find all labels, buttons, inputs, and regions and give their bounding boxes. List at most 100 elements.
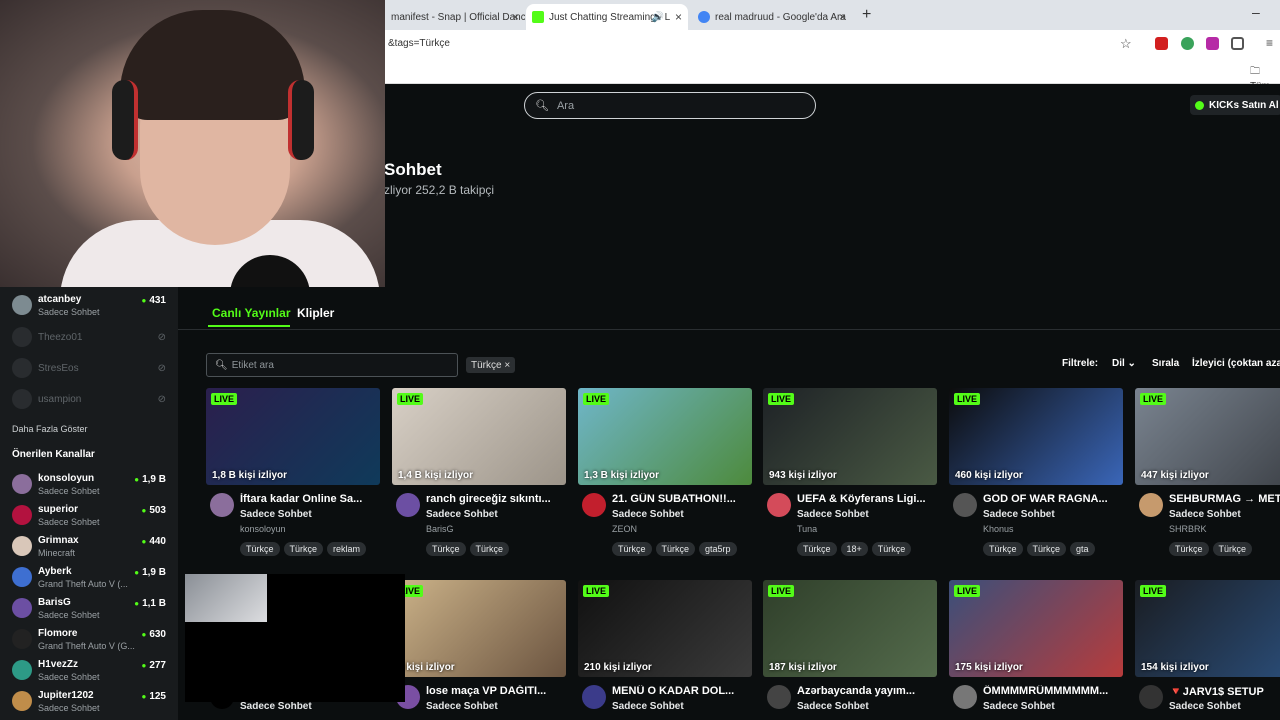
stream-title[interactable]: UEFA & Köyferans Ligi... — [797, 493, 937, 505]
stream-tag[interactable]: Türkçe — [612, 542, 652, 556]
stream-category[interactable]: Sadece Sohbet — [983, 701, 1055, 712]
stream-category[interactable]: Sadece Sohbet — [1169, 701, 1241, 712]
stream-thumbnail[interactable]: LIVE 447 kişi izliyor — [1135, 388, 1280, 485]
stream-tag[interactable]: Türkçe — [240, 542, 280, 556]
sidebar-channel-offline[interactable]: Theezo01 ⊘ — [12, 324, 172, 352]
star-icon[interactable]: ☆ — [1120, 36, 1132, 52]
stream-card[interactable]: LIVE 154 kişi izliyor 🔻JARV1$ SETUP Sadece … — [1135, 580, 1280, 712]
stream-thumbnail[interactable]: LIVE 210 kişi izliyor — [578, 580, 752, 677]
streamer-name[interactable]: ZEON — [612, 524, 637, 534]
stream-title[interactable]: SEHBURMAG → MET — [1169, 493, 1280, 505]
new-tab-icon[interactable]: + — [862, 6, 871, 24]
sidebar-channel-h1vezzz[interactable]: H1vezZz Sadece Sohbet 277 — [12, 657, 172, 685]
stream-category[interactable]: Sadece Sohbet — [983, 509, 1055, 520]
stream-thumbnail[interactable]: LIVE 175 kişi izliyor — [949, 580, 1123, 677]
stream-tag[interactable]: Türkçe — [655, 542, 696, 556]
stream-title[interactable]: 21. GÜN SUBATHON!!... — [612, 493, 752, 505]
stream-card[interactable]: LIVE 210 kişi izliyor MENÜ O KADAR DOL... S… — [578, 580, 752, 712]
streamer-name[interactable]: konsoloyun — [240, 524, 286, 534]
stream-thumbnail[interactable]: LIVE 1,4 B kişi izliyor — [392, 388, 566, 485]
avatar[interactable] — [1139, 493, 1163, 517]
sidebar-channel-offline[interactable]: StresEos ⊘ — [12, 355, 172, 383]
stream-tag[interactable]: Türkçe — [797, 542, 837, 556]
stream-category[interactable]: Sadece Sohbet — [797, 509, 869, 520]
stream-card[interactable]: LIVE 175 kişi izliyor ÖMMMMRÜMMMMMM... Sade… — [949, 580, 1123, 712]
browser-tab-3[interactable]: real madruud - Google'da Ara × — [692, 4, 852, 30]
avatar[interactable] — [210, 493, 234, 517]
stream-thumbnail[interactable]: LIVE 4 kişi izliyor — [392, 580, 566, 677]
sidebar-channel-flomore[interactable]: Flomore Grand Theft Auto V (G... 630 — [12, 626, 172, 654]
streamer-name[interactable]: Tuna — [797, 524, 817, 534]
avatar[interactable] — [1139, 685, 1163, 709]
tab-live-streams[interactable]: Canlı Yayınlar — [212, 306, 291, 320]
stream-thumbnail[interactable]: LIVE 154 kişi izliyor — [1135, 580, 1280, 677]
stream-tag[interactable]: Türkçe — [283, 542, 324, 556]
stream-tag[interactable]: Türkçe — [983, 542, 1023, 556]
stream-thumbnail[interactable]: LIVE 1,8 B kişi izliyor — [206, 388, 380, 485]
extension-icon[interactable] — [1181, 37, 1194, 50]
stream-title[interactable]: 🔻JARV1$ SETUP — [1169, 685, 1280, 698]
streamer-name[interactable]: SHRBRK — [1169, 524, 1207, 534]
stream-category[interactable]: Sadece Sohbet — [426, 701, 498, 712]
sidebar-channel-superior[interactable]: superior Sadece Sohbet 503 — [12, 502, 172, 530]
avatar[interactable] — [396, 493, 420, 517]
stream-tag[interactable]: Türkçe — [871, 542, 912, 556]
stream-thumbnail[interactable]: LIVE 187 kişi izliyor — [763, 580, 937, 677]
sidebar-channel-grimnax[interactable]: Grimnax Minecraft 440 — [12, 533, 172, 561]
active-tag-chip[interactable]: Türkçe × — [466, 357, 516, 373]
stream-category[interactable]: Sadece Sohbet — [426, 509, 498, 520]
stream-title[interactable]: ÖMMMMRÜMMMMMM... — [983, 685, 1123, 697]
stream-title[interactable]: lose maça VP DAĞITI... — [426, 685, 566, 697]
stream-card[interactable]: LIVE 447 kişi izliyor SEHBURMAG → MET Sadec… — [1135, 388, 1280, 556]
stream-tag[interactable]: gta5rp — [699, 542, 737, 556]
stream-tag[interactable]: gta — [1070, 542, 1095, 556]
avatar[interactable] — [767, 493, 791, 517]
stream-category[interactable]: Sadece Sohbet — [612, 509, 684, 520]
stream-title[interactable]: GOD OF WAR RAGNA... — [983, 493, 1123, 505]
avatar[interactable] — [767, 685, 791, 709]
close-icon[interactable]: × — [675, 10, 682, 24]
language-dropdown[interactable]: Dil ⌄ — [1112, 358, 1136, 369]
menu-icon[interactable]: ≡ — [1266, 36, 1273, 50]
tab-clips[interactable]: Klipler — [297, 306, 334, 320]
stream-thumbnail[interactable]: LIVE 1,3 B kişi izliyor — [578, 388, 752, 485]
stream-card[interactable]: LIVE 1,4 B kişi izliyor ranch gireceğiz sı… — [392, 388, 566, 556]
speaker-icon[interactable]: 🔊 — [652, 12, 664, 23]
stream-card[interactable]: LIVE 187 kişi izliyor Azərbaycanda yayım..… — [763, 580, 937, 712]
sort-dropdown[interactable]: İzleyici (çoktan aza — [1192, 358, 1280, 369]
avatar[interactable] — [953, 493, 977, 517]
browser-tab-1[interactable]: manifest - Snap | Official Dance × — [385, 4, 525, 30]
tag-search-input[interactable]: 🔍︎ Etiket ara — [206, 353, 458, 377]
stream-category[interactable]: Sadece Sohbet — [1169, 509, 1241, 520]
stream-card[interactable]: LIVE 1,3 B kişi izliyor 21. GÜN SUBATHON!!… — [578, 388, 752, 556]
stream-tag[interactable]: Türkçe — [426, 542, 466, 556]
stream-thumbnail[interactable]: LIVE 460 kişi izliyor — [949, 388, 1123, 485]
stream-category[interactable]: Sadece Sohbet — [240, 509, 312, 520]
stream-tag[interactable]: Türkçe — [1169, 542, 1209, 556]
avatar[interactable] — [953, 685, 977, 709]
minimize-icon[interactable]: – — [1252, 4, 1260, 20]
sidebar-channel-konsoloyun[interactable]: konsoloyun Sadece Sohbet 1,9 B — [12, 471, 172, 499]
stream-card[interactable]: LIVE 460 kişi izliyor GOD OF WAR RAGNA... S… — [949, 388, 1123, 556]
show-more-link[interactable]: Daha Fazla Göster — [12, 424, 88, 434]
stream-title[interactable]: İftara kadar Online Sa... — [240, 493, 380, 505]
close-icon[interactable]: × — [839, 10, 846, 24]
sidebar-channel-barisg[interactable]: BarisG Sadece Sohbet 1,1 B — [12, 595, 172, 623]
stream-card[interactable]: LIVE 943 kişi izliyor UEFA & Köyferans Lig… — [763, 388, 937, 556]
sidebar-channel-atcanbey[interactable]: atcanbey Sadece Sohbet 431 — [12, 292, 172, 320]
stream-card[interactable]: LIVE 4 kişi izliyor lose maça VP DAĞITI...… — [392, 580, 566, 712]
stream-title[interactable]: ranch gireceğiz sıkıntı... — [426, 493, 566, 505]
sidebar-channel-offline[interactable]: usampion ⊘ — [12, 386, 172, 414]
stream-thumbnail[interactable]: LIVE 943 kişi izliyor — [763, 388, 937, 485]
search-input[interactable]: 🔍︎ Ara — [524, 92, 816, 119]
sidebar-channel-jupiter1202[interactable]: Jupiter1202 Sadece Sohbet 125 — [12, 688, 172, 716]
browser-tab-2[interactable]: Just Chatting Streaming - L 🔊 × — [526, 4, 688, 30]
url-text[interactable]: &tags=Türkçe — [388, 38, 450, 49]
streamer-name[interactable]: Khonus — [983, 524, 1014, 534]
stream-title[interactable]: MENÜ O KADAR DOL... — [612, 685, 752, 697]
puzzle-icon[interactable] — [1231, 37, 1244, 50]
streamer-name[interactable]: BarisG — [426, 524, 454, 534]
stream-card[interactable]: LIVE 1,8 B kişi izliyor İftara kadar Onlin… — [206, 388, 380, 556]
stream-category[interactable]: Sadece Sohbet — [612, 701, 684, 712]
pdf-extension-icon[interactable] — [1155, 37, 1168, 50]
